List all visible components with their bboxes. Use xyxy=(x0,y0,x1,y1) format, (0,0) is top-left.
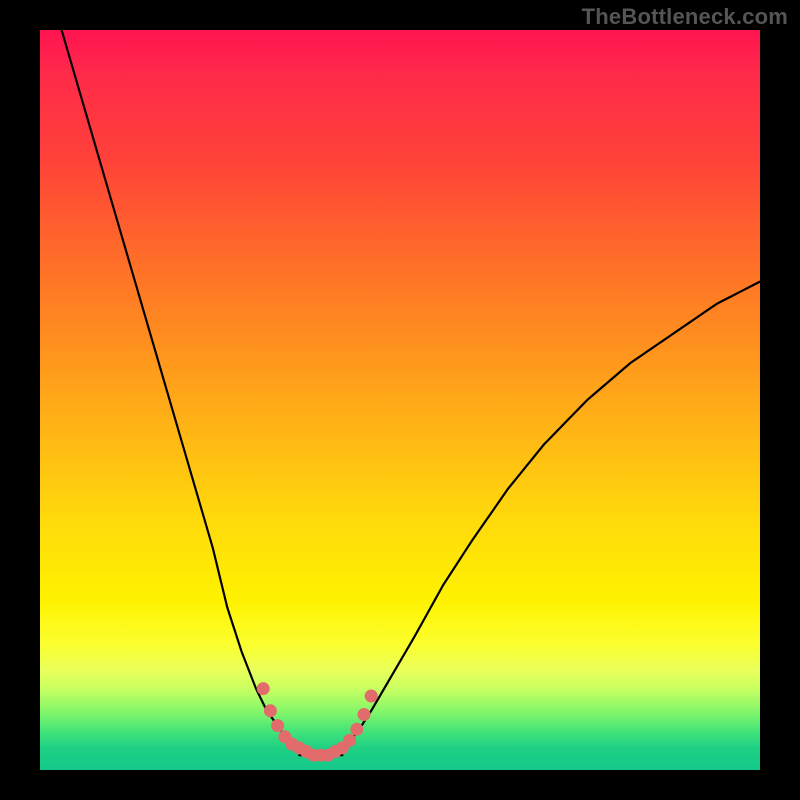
chart-svg xyxy=(40,30,760,770)
watermark-text: TheBottleneck.com xyxy=(582,4,788,30)
left-branch-curve xyxy=(62,30,300,748)
marker-dot xyxy=(350,723,363,736)
marker-dot xyxy=(264,704,277,717)
plot-area xyxy=(40,30,760,770)
marker-dot xyxy=(365,690,378,703)
marker-dot xyxy=(257,682,270,695)
chart-frame: TheBottleneck.com xyxy=(0,0,800,800)
marker-dot xyxy=(358,708,371,721)
right-branch-curve xyxy=(342,282,760,748)
marker-dots xyxy=(257,682,378,762)
marker-dot xyxy=(343,734,356,747)
marker-dot xyxy=(271,719,284,732)
